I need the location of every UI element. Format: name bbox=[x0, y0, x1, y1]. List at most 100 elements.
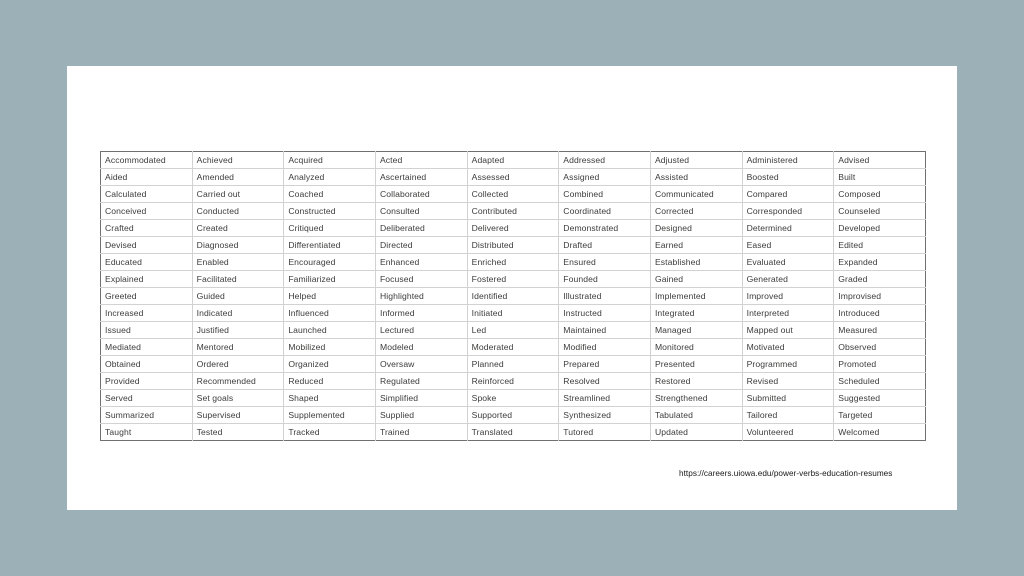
verb-cell: Instructed bbox=[558, 304, 651, 322]
verb-cell: Tracked bbox=[283, 423, 376, 441]
verb-cell: Enhanced bbox=[374, 253, 468, 271]
verb-cell: Resolved bbox=[558, 372, 651, 390]
verb-cell: Evaluated bbox=[741, 253, 835, 271]
verb-cell: Graded bbox=[833, 270, 926, 288]
verb-cell: Ascertained bbox=[374, 168, 468, 186]
verb-cell: Facilitated bbox=[191, 270, 285, 288]
verb-cell: Assisted bbox=[649, 168, 743, 186]
slide-canvas: Accommodated Achieved Acquired Acted Adapted… bbox=[67, 66, 957, 510]
verb-cell: Scheduled bbox=[833, 372, 926, 390]
verb-cell: Critiqued bbox=[283, 219, 376, 237]
verb-cell: Communicated bbox=[649, 185, 743, 203]
verb-cell: Differentiated bbox=[283, 236, 376, 254]
verb-cell: Founded bbox=[558, 270, 651, 288]
verb-cell: Corresponded bbox=[741, 202, 835, 220]
verb-cell: Tabulated bbox=[649, 406, 743, 424]
verb-cell: Combined bbox=[558, 185, 651, 203]
verb-cell: Oversaw bbox=[374, 355, 468, 373]
verb-cell: Delivered bbox=[466, 219, 560, 237]
verb-cell: Designed bbox=[649, 219, 743, 237]
verb-cell: Presented bbox=[649, 355, 743, 373]
verb-cell: Distributed bbox=[466, 236, 560, 254]
verb-cell: Targeted bbox=[833, 406, 926, 424]
verb-cell: Achieved bbox=[191, 151, 285, 169]
verb-cell: Collected bbox=[466, 185, 560, 203]
verb-cell: Corrected bbox=[649, 202, 743, 220]
verb-cell: Consulted bbox=[374, 202, 468, 220]
verb-cell: Observed bbox=[833, 338, 926, 356]
verb-cell: Led bbox=[466, 321, 560, 339]
verb-cell: Organized bbox=[283, 355, 376, 373]
verb-cell: Supported bbox=[466, 406, 560, 424]
verb-cell: Ensured bbox=[558, 253, 651, 271]
table-row: Summarized Supervised Supplemented Supplied… bbox=[100, 406, 926, 424]
verb-cell: Revised bbox=[741, 372, 835, 390]
verb-cell: Tailored bbox=[741, 406, 835, 424]
verb-cell: Administered bbox=[741, 151, 835, 169]
verb-cell: Reduced bbox=[283, 372, 376, 390]
verb-cell: Restored bbox=[649, 372, 743, 390]
table-row: Provided Recommended Reduced Regulated Reinf… bbox=[100, 372, 926, 390]
verb-cell: Planned bbox=[466, 355, 560, 373]
verb-cell: Collaborated bbox=[374, 185, 468, 203]
verb-cell: Served bbox=[100, 389, 193, 407]
verb-cell: Fostered bbox=[466, 270, 560, 288]
verb-cell: Programmed bbox=[741, 355, 835, 373]
verb-cell: Simplified bbox=[374, 389, 468, 407]
verb-cell: Modified bbox=[558, 338, 651, 356]
verb-cell: Boosted bbox=[741, 168, 835, 186]
verb-cell: Enriched bbox=[466, 253, 560, 271]
verb-cell: Assessed bbox=[466, 168, 560, 186]
table-row: Explained Facilitated Familiarized Focused F… bbox=[100, 270, 926, 288]
verb-cell: Guided bbox=[191, 287, 285, 305]
verb-cell: Greeted bbox=[100, 287, 193, 305]
verb-cell: Developed bbox=[833, 219, 926, 237]
verb-cell: Submitted bbox=[741, 389, 835, 407]
verb-cell: Earned bbox=[649, 236, 743, 254]
verb-cell: Adjusted bbox=[649, 151, 743, 169]
verb-cell: Volunteered bbox=[741, 423, 835, 441]
verb-cell: Conducted bbox=[191, 202, 285, 220]
verb-cell: Improvised bbox=[833, 287, 926, 305]
verb-cell: Diagnosed bbox=[191, 236, 285, 254]
verb-cell: Crafted bbox=[100, 219, 193, 237]
verb-table-body: Accommodated Achieved Acquired Acted Adapted… bbox=[100, 151, 926, 441]
table-row: Increased Indicated Influenced Informed Init… bbox=[100, 304, 926, 322]
verb-cell: Supplied bbox=[374, 406, 468, 424]
power-verbs-table: Accommodated Achieved Acquired Acted Adapted… bbox=[100, 151, 926, 441]
verb-cell: Streamlined bbox=[558, 389, 651, 407]
verb-table-container: Accommodated Achieved Acquired Acted Adapted… bbox=[100, 151, 926, 441]
verb-cell: Mediated bbox=[100, 338, 193, 356]
verb-cell: Generated bbox=[741, 270, 835, 288]
verb-cell: Supervised bbox=[191, 406, 285, 424]
verb-cell: Tutored bbox=[558, 423, 651, 441]
verb-cell: Provided bbox=[100, 372, 193, 390]
verb-cell: Set goals bbox=[191, 389, 285, 407]
verb-cell: Initiated bbox=[466, 304, 560, 322]
verb-cell: Established bbox=[649, 253, 743, 271]
verb-cell: Carried out bbox=[191, 185, 285, 203]
verb-cell: Influenced bbox=[283, 304, 376, 322]
verb-cell: Illustrated bbox=[558, 287, 651, 305]
verb-cell: Amended bbox=[191, 168, 285, 186]
verb-cell: Enabled bbox=[191, 253, 285, 271]
verb-cell: Analyzed bbox=[283, 168, 376, 186]
verb-cell: Mentored bbox=[191, 338, 285, 356]
verb-cell: Gained bbox=[649, 270, 743, 288]
verb-cell: Launched bbox=[283, 321, 376, 339]
verb-cell: Prepared bbox=[558, 355, 651, 373]
verb-cell: Eased bbox=[741, 236, 835, 254]
table-row: Conceived Conducted Constructed Consulted Co… bbox=[100, 202, 926, 220]
verb-cell: Suggested bbox=[833, 389, 926, 407]
table-row: Educated Enabled Encouraged Enhanced Enriche… bbox=[100, 253, 926, 271]
verb-cell: Issued bbox=[100, 321, 193, 339]
verb-cell: Introduced bbox=[833, 304, 926, 322]
verb-cell: Taught bbox=[100, 423, 193, 441]
verb-cell: Drafted bbox=[558, 236, 651, 254]
verb-cell: Identified bbox=[466, 287, 560, 305]
verb-cell: Interpreted bbox=[741, 304, 835, 322]
verb-cell: Ordered bbox=[191, 355, 285, 373]
verb-cell: Helped bbox=[283, 287, 376, 305]
verb-cell: Compared bbox=[741, 185, 835, 203]
verb-cell: Synthesized bbox=[558, 406, 651, 424]
